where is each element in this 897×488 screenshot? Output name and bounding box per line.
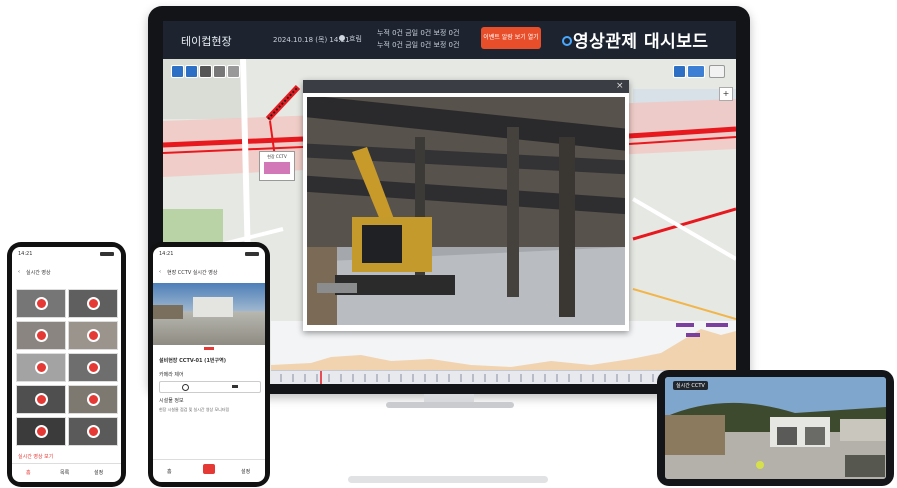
dashboard-header: 테이컵현장 2024.10.18 (목) 14:21 흐림 누적 0건 금일 0… xyxy=(163,21,736,59)
page-indicator xyxy=(204,347,214,350)
phone-left: 14:21 ‹ 실시간 영상 실시간 영상 보기 홈 목록 설정 xyxy=(7,242,126,487)
map-settings-icon[interactable] xyxy=(709,65,725,78)
tab-home[interactable]: 홈 xyxy=(26,469,31,476)
cctv-live-view[interactable] xyxy=(153,283,265,345)
title-bullet-icon xyxy=(562,36,572,46)
battery-icon xyxy=(100,252,114,256)
tab-settings[interactable]: 설정 xyxy=(241,468,250,475)
alarm-view-button[interactable]: 이벤트 알람 보기 열기 xyxy=(481,27,541,49)
tablet-live-view[interactable]: 실시간 CCTV xyxy=(665,377,886,479)
tablet-device: 실시간 CCTV xyxy=(657,370,894,486)
record-icon xyxy=(35,329,48,342)
back-arrow-icon[interactable]: ‹ xyxy=(159,269,161,275)
record-icon[interactable] xyxy=(199,65,212,78)
record-icon xyxy=(87,329,100,342)
weather-icon xyxy=(339,35,345,41)
layers-icon[interactable] xyxy=(171,65,184,78)
cctv-thumbnail[interactable] xyxy=(16,353,66,382)
tablet-badge: 실시간 CCTV xyxy=(673,381,708,390)
phone-left-footer-label[interactable]: 실시간 영상 보기 xyxy=(18,453,53,460)
tab-cctv-active[interactable] xyxy=(203,464,215,474)
record-icon xyxy=(87,393,100,406)
record-icon xyxy=(87,361,100,374)
cctv-thumbnail[interactable] xyxy=(16,385,66,414)
rotate-icon[interactable] xyxy=(182,384,189,391)
thumbnail-grid xyxy=(16,289,118,449)
building-shape xyxy=(193,297,233,317)
phone-left-screen: 14:21 ‹ 실시간 영상 실시간 영상 보기 홈 목록 설정 xyxy=(12,247,121,482)
weather-label: 흐림 xyxy=(349,35,362,43)
cctv-marker-popup[interactable]: 현장 CCTV xyxy=(259,151,295,181)
record-icon xyxy=(87,297,100,310)
header-stats-1: 누적 0건 금일 0건 보정 0건 xyxy=(377,29,460,37)
cctv-marker-label: 현장 CCTV xyxy=(267,154,287,159)
battery-icon xyxy=(245,252,259,256)
facility-info-text: 현장 시설물 점검 및 실시간 영상 모니터링 xyxy=(159,407,230,412)
tab-settings[interactable]: 설정 xyxy=(94,469,103,476)
phone-left-tabbar: 홈 목록 설정 xyxy=(12,463,121,482)
tablet-scene xyxy=(665,377,886,479)
brand-name: 테이컵현장 xyxy=(181,35,232,48)
phone-middle: 14:21 ‹ 현장 CCTV 실시간 영상 설비현장 CCTV-01 (1번구… xyxy=(148,242,270,487)
record-icon xyxy=(87,425,100,438)
cctv-thumbnail[interactable] xyxy=(68,289,118,318)
cctv-thumbnail[interactable] xyxy=(68,417,118,446)
camera-name: 설비현장 CCTV-01 (1번구역) xyxy=(159,358,227,364)
cctv-video-frame xyxy=(307,97,625,325)
cctv-thumbnail[interactable] xyxy=(16,289,66,318)
camera-control-label: 카메라 제어 xyxy=(159,372,184,378)
facility-info-title: 시설물 정보 xyxy=(159,398,184,404)
phone-middle-screen: 14:21 ‹ 현장 CCTV 실시간 영상 설비현장 CCTV-01 (1번구… xyxy=(153,247,265,482)
record-icon xyxy=(35,393,48,406)
cctv-thumbnail[interactable] xyxy=(68,385,118,414)
monitor-stand-shadow xyxy=(348,476,548,483)
video-popup-titlebar xyxy=(303,80,629,93)
cctv-thumbnail[interactable] xyxy=(16,321,66,350)
monitor-stand-base xyxy=(386,402,514,408)
header-stats-2: 누적 0건 금일 0건 보정 0건 xyxy=(377,41,460,49)
zoom-in-icon[interactable]: + xyxy=(719,87,733,101)
cctv-video-popup[interactable]: × xyxy=(303,80,629,331)
search-icon[interactable] xyxy=(185,65,198,78)
cctv-thumbnail[interactable] xyxy=(68,321,118,350)
draw-icon[interactable] xyxy=(227,65,240,78)
record-icon xyxy=(35,297,48,310)
close-icon[interactable]: × xyxy=(616,81,624,91)
excavator-scene xyxy=(307,97,625,325)
record-icon xyxy=(35,361,48,374)
phone-left-time: 14:21 xyxy=(18,251,33,257)
phone-middle-tabbar: 홈 설정 xyxy=(153,459,265,482)
cctv-thumbnail[interactable] xyxy=(16,417,66,446)
phone-middle-title: 현장 CCTV 실시간 영상 xyxy=(167,270,218,276)
map-type-icon[interactable] xyxy=(673,65,686,78)
zoom-icon[interactable] xyxy=(232,385,238,388)
phone-left-title: 실시간 영상 xyxy=(26,270,51,276)
cctv-marker-thumb xyxy=(264,162,290,174)
camera-control-bar[interactable] xyxy=(159,381,261,393)
dashboard-title: 영상관제 대시보드 xyxy=(573,32,709,52)
tab-list[interactable]: 목록 xyxy=(60,469,69,476)
satellite-toggle[interactable] xyxy=(687,65,705,78)
tab-home[interactable]: 홈 xyxy=(167,468,172,475)
gate-shape xyxy=(153,305,183,319)
phone-middle-time: 14:21 xyxy=(159,251,174,257)
record-icon xyxy=(35,425,48,438)
cctv-thumbnail[interactable] xyxy=(68,353,118,382)
ruler-icon[interactable] xyxy=(213,65,226,78)
back-arrow-icon[interactable]: ‹ xyxy=(18,269,20,275)
